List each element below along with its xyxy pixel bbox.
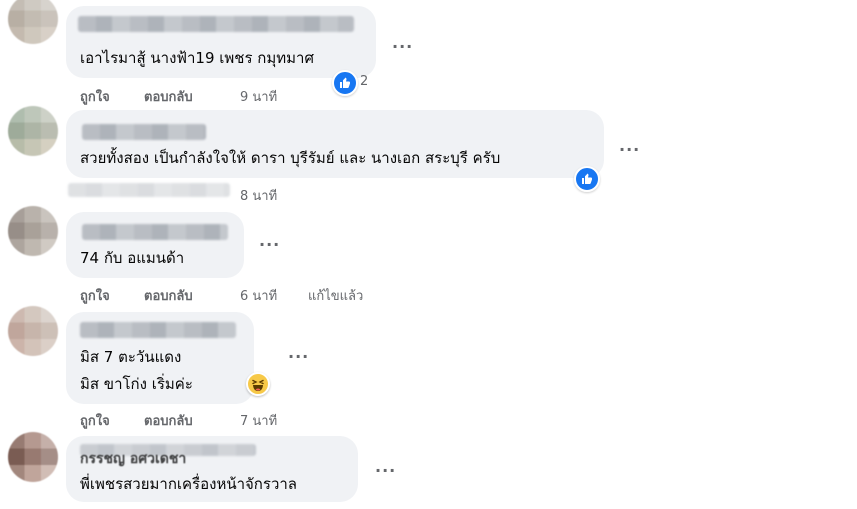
comment-text-line-2: มิส ขาโก่ง เริ่มค่ะ xyxy=(80,375,193,393)
timestamp[interactable]: 9 นาที xyxy=(240,86,277,107)
comment-text: 74 กับ อแมนด้า xyxy=(80,249,185,267)
timestamp[interactable]: 6 นาที xyxy=(240,285,277,306)
comment-text: พี่เพชรสวยมากเครื่องหน้าจักรวาล xyxy=(80,475,297,493)
like-link[interactable]: ถูกใจ xyxy=(80,285,110,306)
more-options-icon[interactable]: ... xyxy=(619,138,640,154)
more-options-icon[interactable]: ... xyxy=(288,345,309,361)
author-name[interactable]: กรรชญ อศวเดชา xyxy=(80,449,186,469)
avatar[interactable] xyxy=(8,0,58,44)
avatar[interactable] xyxy=(8,306,58,356)
reply-link[interactable]: ตอบกลับ xyxy=(144,410,193,431)
reply-link[interactable]: ตอบกลับ xyxy=(144,86,193,107)
author-name-blurred[interactable] xyxy=(82,224,228,240)
edited-label[interactable]: แก้ไขแล้ว xyxy=(308,285,363,306)
reply-link[interactable]: ตอบกลับ xyxy=(144,285,193,306)
like-link[interactable]: ถูกใจ xyxy=(80,410,110,431)
action-links-blurred xyxy=(68,183,230,197)
avatar[interactable] xyxy=(8,206,58,256)
thumbs-up-icon[interactable] xyxy=(332,70,358,96)
author-name-blurred[interactable] xyxy=(82,124,206,140)
avatar[interactable] xyxy=(8,432,58,482)
avatar[interactable] xyxy=(8,106,58,156)
comment-bubble xyxy=(66,212,244,278)
comment-text: สวยทั้งสอง เป็นกำลังใจให้ ดารา บุรีรัมย์… xyxy=(80,149,501,167)
more-options-icon[interactable]: ... xyxy=(259,233,280,249)
comment-text: เอาไรมาสู้ นางฟ้า19 เพชร กมุทมาศ xyxy=(80,49,315,67)
haha-icon[interactable] xyxy=(246,372,270,396)
thumbs-up-icon[interactable] xyxy=(574,166,600,192)
more-options-icon[interactable]: ... xyxy=(392,35,413,51)
author-name-blurred[interactable] xyxy=(78,16,354,32)
comment-text-line-1: มิส 7 ตะวันแดง xyxy=(80,348,182,366)
timestamp[interactable]: 7 นาที xyxy=(240,410,277,431)
reaction-count[interactable]: 2 xyxy=(360,74,368,89)
author-name-blurred[interactable] xyxy=(80,322,236,338)
timestamp[interactable]: 8 นาที xyxy=(240,185,277,206)
more-options-icon[interactable]: ... xyxy=(375,459,396,475)
like-link[interactable]: ถูกใจ xyxy=(80,86,110,107)
